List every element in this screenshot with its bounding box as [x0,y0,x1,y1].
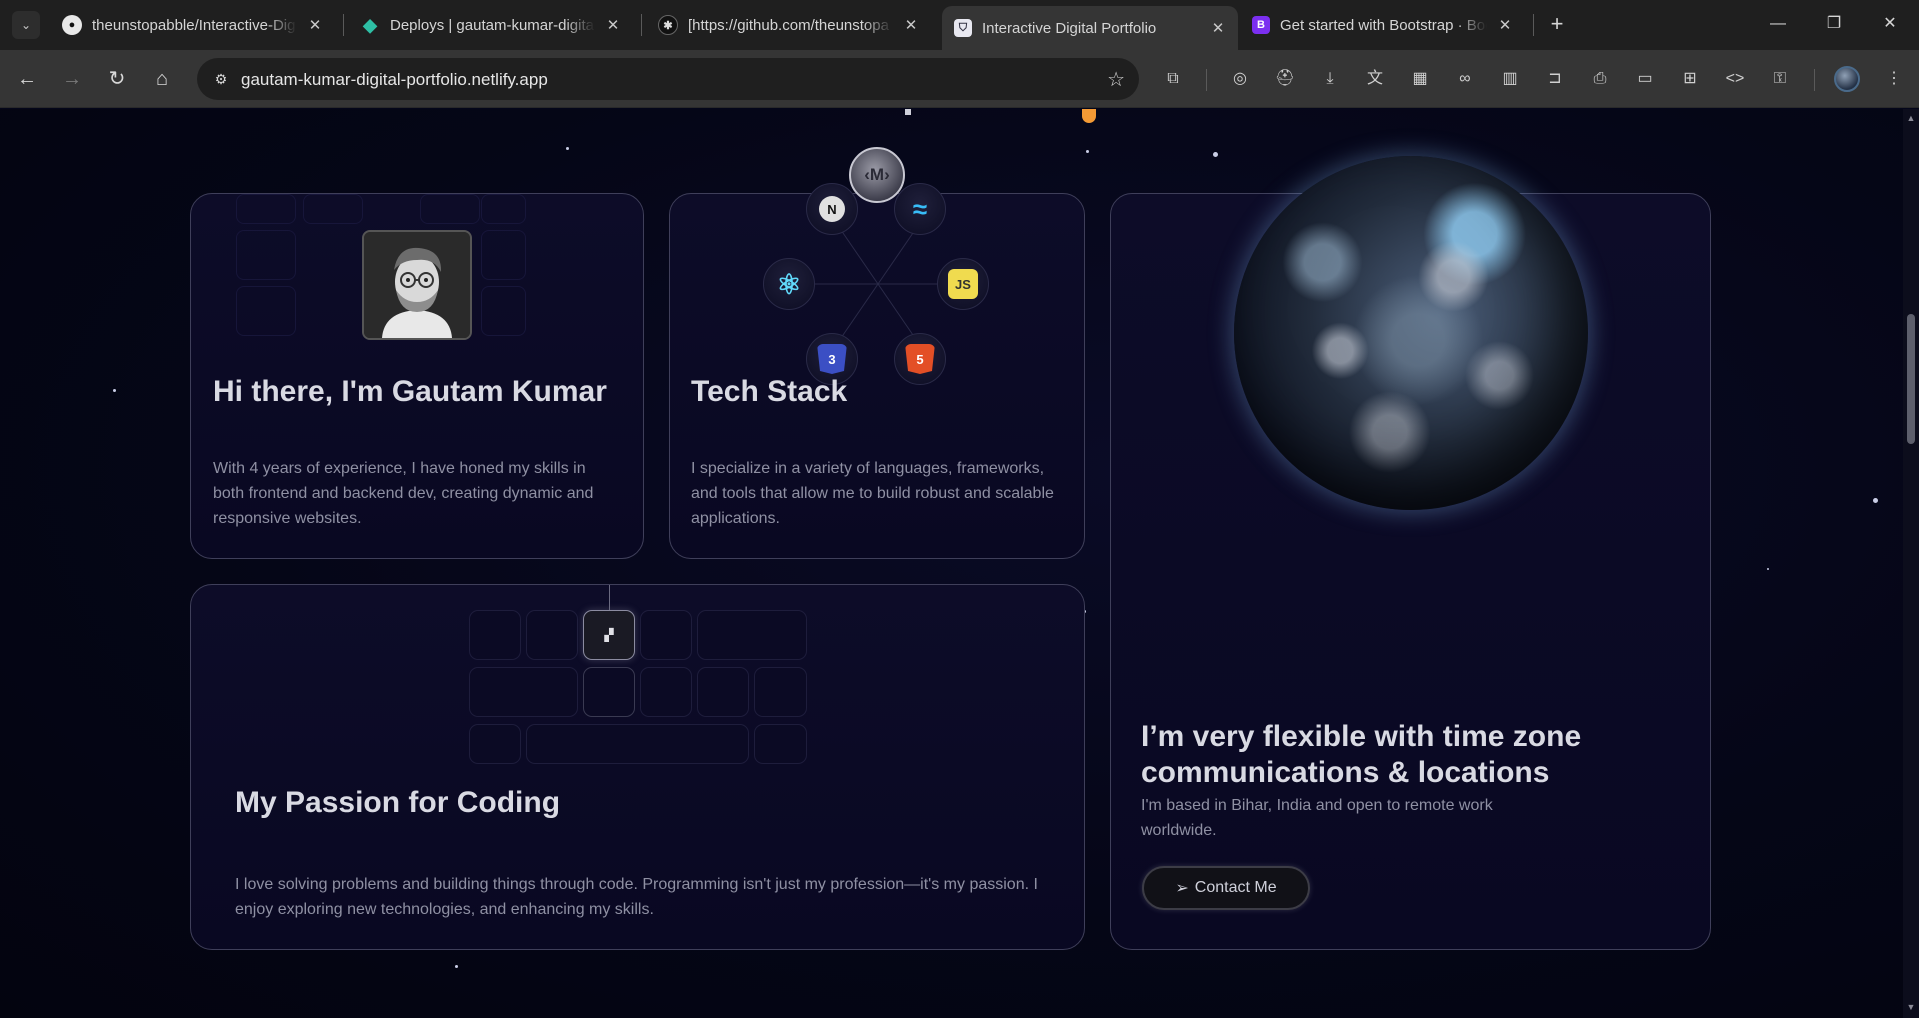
tailwind-icon: ≈ [894,183,946,235]
page-scrollbar[interactable]: ▲ ▼ [1903,109,1919,1018]
scroll-up-icon[interactable]: ▲ [1906,113,1916,123]
tab-title: [https://github.com/theunstopa [688,16,889,34]
reading-mode-icon[interactable]: ▥ [1498,67,1522,91]
new-tab-button[interactable]: + [1543,10,1571,38]
tab-github[interactable]: ● theunstopabble/Interactive-Dig ✕ [50,8,335,42]
forward-icon[interactable]: → [59,66,85,92]
globe-image [1234,156,1588,510]
cast-icon[interactable]: ⊐ [1543,67,1567,91]
passion-description: I love solving problems and building thi… [235,876,1038,918]
restore-icon[interactable]: ❐ [1814,10,1854,38]
tab-title: theunstopabble/Interactive-Dig [92,16,296,34]
cursor-icon: ▞ [604,628,614,642]
portfolio-logo-icon: ‹M› [849,147,905,203]
home-icon[interactable]: ⌂ [149,66,175,92]
screenshot-icon[interactable]: ◎ [1228,67,1252,91]
react-icon: ⚛ [763,258,815,310]
close-icon[interactable]: ✕ [305,16,325,34]
profile-avatar[interactable] [1834,66,1860,92]
scroll-thumb[interactable] [1907,314,1915,444]
reload-icon[interactable]: ↻ [104,66,130,92]
tech-stack-title: Tech Stack [691,375,848,408]
netlify-icon: ◆ [363,14,377,35]
tab-bootstrap[interactable]: B Get started with Bootstrap · Boo ✕ [1240,8,1525,42]
address-bar[interactable]: ⚙ gautam-kumar-digital-portfolio.netlify… [197,58,1139,100]
close-icon[interactable]: ✕ [901,16,921,34]
table-icon[interactable]: ⊞ [1678,67,1702,91]
back-icon[interactable]: ← [14,66,40,92]
close-icon[interactable]: ✕ [1208,19,1228,37]
link-icon[interactable]: ∞ [1453,67,1477,91]
menu-icon[interactable]: ⋮ [1882,67,1906,91]
contact-me-button[interactable]: ➢ Contact Me [1142,866,1310,910]
translate-icon[interactable]: 文 [1363,67,1387,91]
tab-title: Interactive Digital Portfolio [982,19,1157,37]
code-icon[interactable]: <> [1723,67,1747,91]
intro-title: Hi there, I'm Gautam Kumar [213,375,607,408]
close-icon[interactable]: ✕ [1495,16,1515,34]
tab-search-icon[interactable]: ⌄ [12,11,40,39]
bookmark-star-icon[interactable]: ☆ [1107,67,1125,92]
github-icon: ● [62,15,82,35]
location-title: I’m very flexible with time zone communi… [1141,720,1582,789]
download-icon[interactable]: ⤓ [1318,67,1342,91]
tab-portfolio[interactable]: ⛉ Interactive Digital Portfolio ✕ [942,6,1238,50]
browser-toolbar: ← → ↻ ⌂ ⚙ gautam-kumar-digital-portfolio… [0,50,1919,108]
shield-icon: ⛉ [954,19,972,37]
site-settings-icon[interactable]: ⚙ [211,69,231,89]
extensions-icon[interactable]: ⧉ [1161,67,1185,91]
tab-github-link[interactable]: ✱ [https://github.com/theunstopa ✕ [646,8,931,42]
close-window-icon[interactable]: ✕ [1870,10,1910,38]
location-description: I'm based in Bihar, India and open to re… [1141,797,1493,839]
url-text[interactable]: gautam-kumar-digital-portfolio.netlify.a… [241,70,548,90]
scroll-down-icon[interactable]: ▼ [1906,1002,1916,1012]
print-icon[interactable]: ⎙ [1588,67,1612,91]
qr-code-icon[interactable]: ▦ [1408,67,1432,91]
bootstrap-icon: B [1252,16,1270,34]
incognito-icon[interactable]: ⛑ [1273,67,1297,91]
minimize-icon[interactable]: — [1758,10,1798,38]
passion-title: My Passion for Coding [235,786,561,819]
tab-netlify[interactable]: ◆ Deploys | gautam-kumar-digita ✕ [348,8,633,42]
side-panel-icon[interactable]: ▭ [1633,67,1657,91]
site-icon: ✱ [658,15,678,35]
send-icon: ➢ [1175,880,1189,897]
intro-description: With 4 years of experience, I have honed… [213,460,594,527]
tab-bar: ⌄ ● theunstopabble/Interactive-Dig ✕ ◆ D… [0,0,1919,50]
tab-title: Deploys | gautam-kumar-digita [390,16,594,34]
html5-icon: 5 [894,333,946,385]
avatar [362,230,472,340]
close-icon[interactable]: ✕ [603,16,623,34]
tab-title: Get started with Bootstrap · Boo [1280,16,1487,34]
nextjs-icon: N [806,183,858,235]
javascript-icon: JS [937,258,989,310]
password-key-icon[interactable]: ⚿ [1768,67,1792,91]
contact-me-label: Contact Me [1194,879,1277,896]
tech-stack-description: I specialize in a variety of languages, … [691,460,1054,527]
